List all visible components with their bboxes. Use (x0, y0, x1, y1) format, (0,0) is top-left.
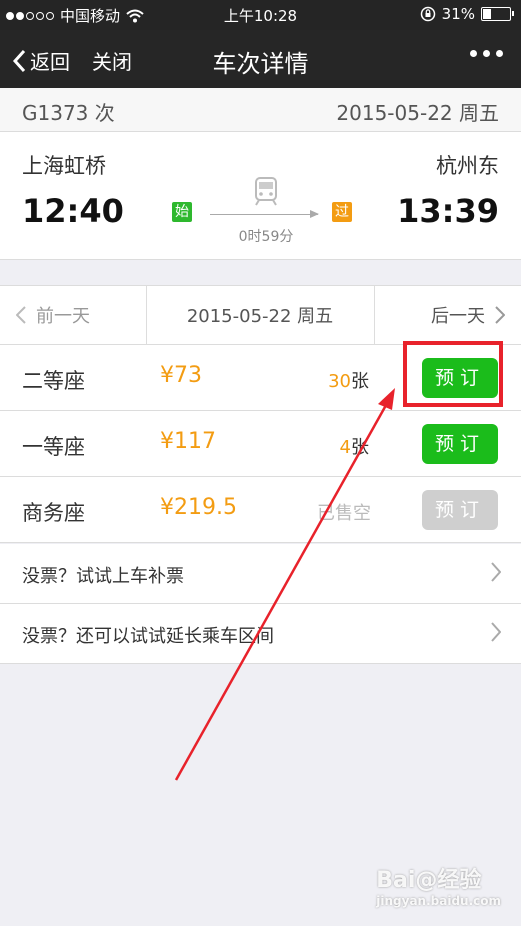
chevron-right-icon (491, 622, 501, 642)
watermark-site: jingyan.baidu.com (376, 894, 501, 908)
battery-label: 31% (441, 5, 475, 23)
highlight-box (403, 341, 503, 407)
seat-row-business-class: 商务座 ¥219.5 已售空 预订 (0, 477, 521, 543)
train-number: G1373 次 (22, 101, 115, 125)
seat-price: ¥117 (160, 429, 216, 454)
route-card: 上海虹桥 杭州东 12:40 13:39 始 过 0时59分 (0, 132, 521, 260)
seat-name: 二等座 (22, 369, 85, 393)
baidu-watermark: Bai@经验 jingyan.baidu.com (376, 862, 501, 908)
to-station: 杭州东 (436, 154, 499, 178)
seat-price: ¥219.5 (160, 495, 237, 520)
book-button-first-class[interactable]: 预订 (422, 424, 498, 464)
pass-tag: 过 (332, 202, 352, 222)
depart-time: 12:40 (22, 192, 124, 230)
page-title: 车次详情 (212, 50, 309, 78)
prev-day-button[interactable]: 前一天 (16, 302, 90, 328)
ticket-count-unit: 张 (351, 437, 369, 458)
ticket-count-unit: 张 (351, 371, 369, 392)
train-icon (255, 177, 277, 206)
rotation-lock-icon (420, 6, 435, 22)
day-nav: 前一天 2015-05-22 周五 后一天 (0, 285, 521, 346)
battery-icon (481, 7, 514, 21)
seat-price: ¥73 (160, 363, 202, 388)
route-arrow-icon (310, 210, 319, 218)
divider (374, 286, 375, 346)
watermark-brand: Bai@经验 (376, 868, 482, 893)
sold-out-label: 已售空 (317, 503, 371, 524)
link-row-onboard-ticket[interactable]: 没票？试试上车补票 (0, 544, 521, 604)
train-header: G1373 次 2015-05-22 周五 (0, 88, 521, 132)
seat-name: 商务座 (22, 501, 85, 525)
ticket-count-number: 4 (339, 437, 351, 458)
status-bar: 中国移动 上午10:28 31% (0, 0, 521, 30)
more-menu-icon[interactable] (470, 50, 503, 57)
next-day-button[interactable]: 后一天 (431, 302, 505, 328)
arrive-time: 13:39 (397, 192, 499, 230)
start-tag: 始 (172, 202, 192, 222)
current-day-label: 2015-05-22 周五 (186, 306, 334, 327)
next-day-label: 后一天 (431, 306, 485, 327)
route-line (210, 214, 318, 215)
link-row-extend-route[interactable]: 没票？还可以试试延长乘车区间 (0, 604, 521, 664)
chevron-right-icon (491, 562, 501, 582)
ticket-count: 4张 (340, 433, 369, 459)
link-label: 没票？试试上车补票 (22, 566, 184, 587)
book-button-business-class[interactable]: 预订 (422, 490, 498, 530)
nav-bar: 返回 关闭 车次详情 (0, 30, 521, 88)
chevron-right-icon (495, 306, 505, 324)
chevron-left-icon (16, 306, 26, 324)
seat-row-first-class: 一等座 ¥117 4张 预订 (0, 411, 521, 477)
from-station: 上海虹桥 (22, 154, 106, 178)
status-right: 31% (420, 5, 514, 23)
ticket-count-number: 30 (328, 371, 351, 392)
seat-name: 一等座 (22, 435, 85, 459)
duration-label: 0时59分 (238, 229, 294, 245)
train-date: 2015-05-22 周五 (336, 101, 499, 125)
ticket-count: 30张 (328, 367, 369, 393)
link-label: 没票？还可以试试延长乘车区间 (22, 626, 274, 647)
prev-day-label: 前一天 (36, 306, 90, 327)
